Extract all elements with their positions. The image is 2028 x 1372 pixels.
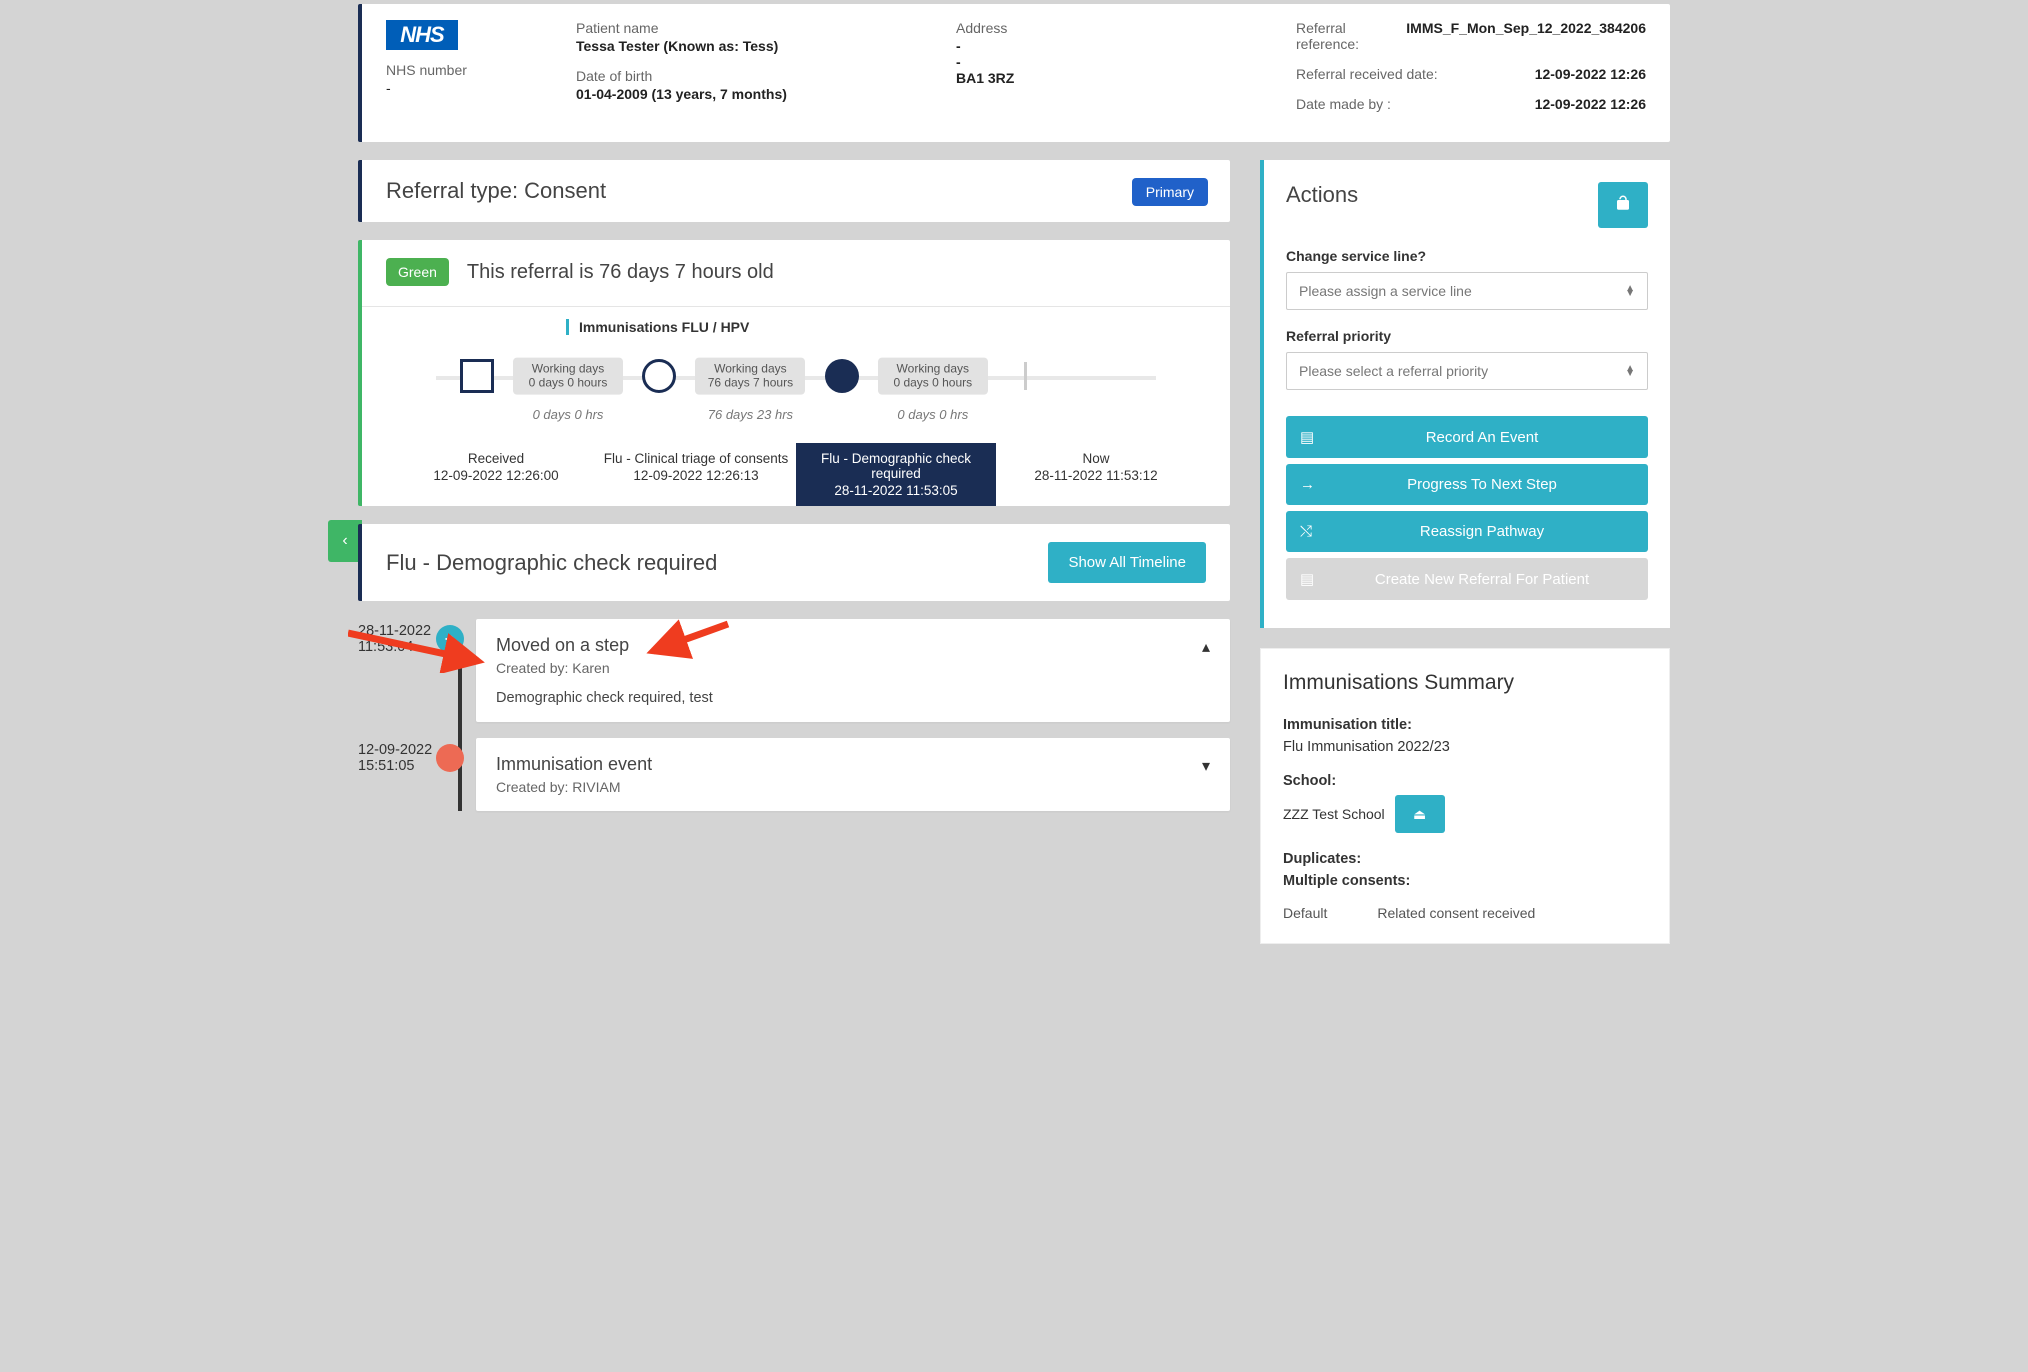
dob-value: 01-04-2009 (13 years, 7 months) [576,86,916,102]
event-created-by: Created by: Karen [496,660,1210,676]
work-badge-2: Working days76 days 7 hours [695,358,805,395]
multiple-consents-label: Multiple consents: [1283,873,1647,889]
button-label: Reassign Pathway [1330,523,1634,540]
stage-row: Received 12-09-2022 12:26:00 Flu - Clini… [396,443,1196,506]
unlock-button[interactable] [1598,182,1648,228]
stage-now: Now 28-11-2022 11:53:12 [996,443,1196,506]
address-line1: - [956,38,1256,54]
under-time-3: 0 days 0 hrs [897,407,968,422]
actions-panel: Actions Change service line? Please assi… [1260,160,1670,628]
under-time-1: 0 days 0 hrs [533,407,604,422]
select-arrows-icon: ▲▼ [1625,286,1635,296]
show-all-timeline-button[interactable]: Show All Timeline [1048,542,1206,583]
address-label: Address [956,20,1256,36]
work-badge-3: Working days0 days 0 hours [878,358,988,395]
status-panel: ‹ Green This referral is 76 days 7 hours… [358,240,1230,506]
select-arrows-icon: ▲▼ [1625,366,1635,376]
reassign-pathway-button[interactable]: ⤭ Reassign Pathway [1286,511,1648,552]
primary-badge: Primary [1132,178,1208,206]
patient-name-value: Tessa Tester (Known as: Tess) [576,38,916,54]
change-service-line-label: Change service line? [1286,248,1648,264]
stage-received: Received 12-09-2022 12:26:00 [396,443,596,506]
imm-title-label: Immunisation title: [1283,717,1647,733]
timeline-events: 28-11-2022 11:53:04 ➜ ▴ Moved on a step … [358,619,1230,811]
patient-name-label: Patient name [576,20,916,36]
actions-title: Actions [1286,182,1358,208]
chevron-down-icon[interactable]: ▾ [1202,756,1210,776]
ref-ref-value: IMMS_F_Mon_Sep_12_2022_384206 [1406,20,1646,54]
event-card[interactable]: ▴ Moved on a step Created by: Karen Demo… [476,619,1230,722]
event-title: Immunisation event [496,754,1210,775]
imm-title-value: Flu Immunisation 2022/23 [1283,739,1647,755]
address-line3: BA1 3RZ [956,70,1256,86]
work-badge-1: Working days0 days 0 hours [513,358,623,395]
event-timestamp: 28-11-2022 11:53:04 [358,619,436,655]
referral-priority-label: Referral priority [1286,328,1648,344]
timeline-event: 28-11-2022 11:53:04 ➜ ▴ Moved on a step … [358,619,1230,722]
event-created-by: Created by: RIVIAM [496,779,1210,795]
node-received-icon [460,359,494,393]
node-current-icon [825,359,859,393]
list-icon: ▤ [1300,428,1330,446]
summary-title: Immunisations Summary [1283,671,1647,695]
event-timestamp: 12-09-2022 15:51:05 [358,738,436,774]
under-time-2: 76 days 23 hrs [708,407,793,422]
ref-recv-label: Referral received date: [1296,66,1438,82]
dob-label: Date of birth [576,68,916,84]
timeline-heading-panel: Flu - Demographic check required Show Al… [358,524,1230,601]
timeline-event: 12-09-2022 15:51:05 ▾ Immunisation event… [358,738,1230,811]
button-label: Record An Event [1330,429,1634,446]
stage-triage: Flu - Clinical triage of consents 12-09-… [596,443,796,506]
service-line-placeholder: Please assign a service line [1299,283,1472,299]
school-eject-button[interactable]: ⏏ [1395,795,1445,833]
record-event-button[interactable]: ▤ Record An Event [1286,416,1648,458]
priority-placeholder: Please select a referral priority [1299,363,1488,379]
button-label: Create New Referral For Patient [1330,571,1634,588]
ref-recv-value: 12-09-2022 12:26 [1535,66,1646,84]
node-now-icon [1024,362,1027,390]
made-by-label: Date made by : [1296,96,1391,112]
chevron-left-icon: ‹ [342,532,347,550]
referral-type-panel: Referral type: Consent Primary [358,160,1230,222]
event-card[interactable]: ▾ Immunisation event Created by: RIVIAM [476,738,1230,811]
address-line2: - [956,54,1256,70]
shuffle-icon: ⤭ [1300,523,1330,540]
timeline-heading: Flu - Demographic check required [386,550,717,576]
col-default: Default [1283,905,1327,921]
patient-header: NHS NHS number - Patient name Tessa Test… [358,4,1670,142]
button-label: Progress To Next Step [1330,476,1634,493]
col-related-consent: Related consent received [1377,905,1535,921]
made-by-value: 12-09-2022 12:26 [1535,96,1646,114]
list-icon: ▤ [1300,570,1330,588]
status-badge: Green [386,258,449,286]
create-new-referral-button: ▤ Create New Referral For Patient [1286,558,1648,600]
school-value: ZZZ Test School [1283,806,1385,822]
event-body: Demographic check required, test [496,690,1210,706]
stage-demographic-check: Flu - Demographic check required 28-11-2… [796,443,996,506]
nhs-logo: NHS [386,20,458,50]
nhs-number-label: NHS number [386,62,536,78]
service-line-select[interactable]: Please assign a service line ▲▼ [1286,272,1648,310]
ref-ref-label: Referral reference: [1296,20,1406,52]
immunisations-summary-panel: Immunisations Summary Immunisation title… [1260,648,1670,944]
event-dot-arrow-icon: ➜ [436,625,464,653]
referral-age-text: This referral is 76 days 7 hours old [467,261,774,284]
pathway-label: Immunisations FLU / HPV [566,319,1206,335]
referral-priority-select[interactable]: Please select a referral priority ▲▼ [1286,352,1648,390]
event-dot-icon [436,744,464,772]
referral-type-title: Referral type: Consent [386,178,1206,204]
collapse-tab[interactable]: ‹ [328,520,362,562]
unlock-icon [1614,194,1632,217]
nhs-number-value: - [386,80,536,96]
event-title: Moved on a step [496,635,1210,656]
pathway-track: Working days0 days 0 hours Working days7… [416,353,1176,399]
eject-icon: ⏏ [1413,806,1426,823]
school-label: School: [1283,773,1647,789]
duplicates-label: Duplicates: [1283,851,1647,867]
arrow-right-icon: → [1300,476,1330,493]
chevron-up-icon[interactable]: ▴ [1202,637,1210,657]
progress-next-step-button[interactable]: → Progress To Next Step [1286,464,1648,505]
node-triage-icon [642,359,676,393]
